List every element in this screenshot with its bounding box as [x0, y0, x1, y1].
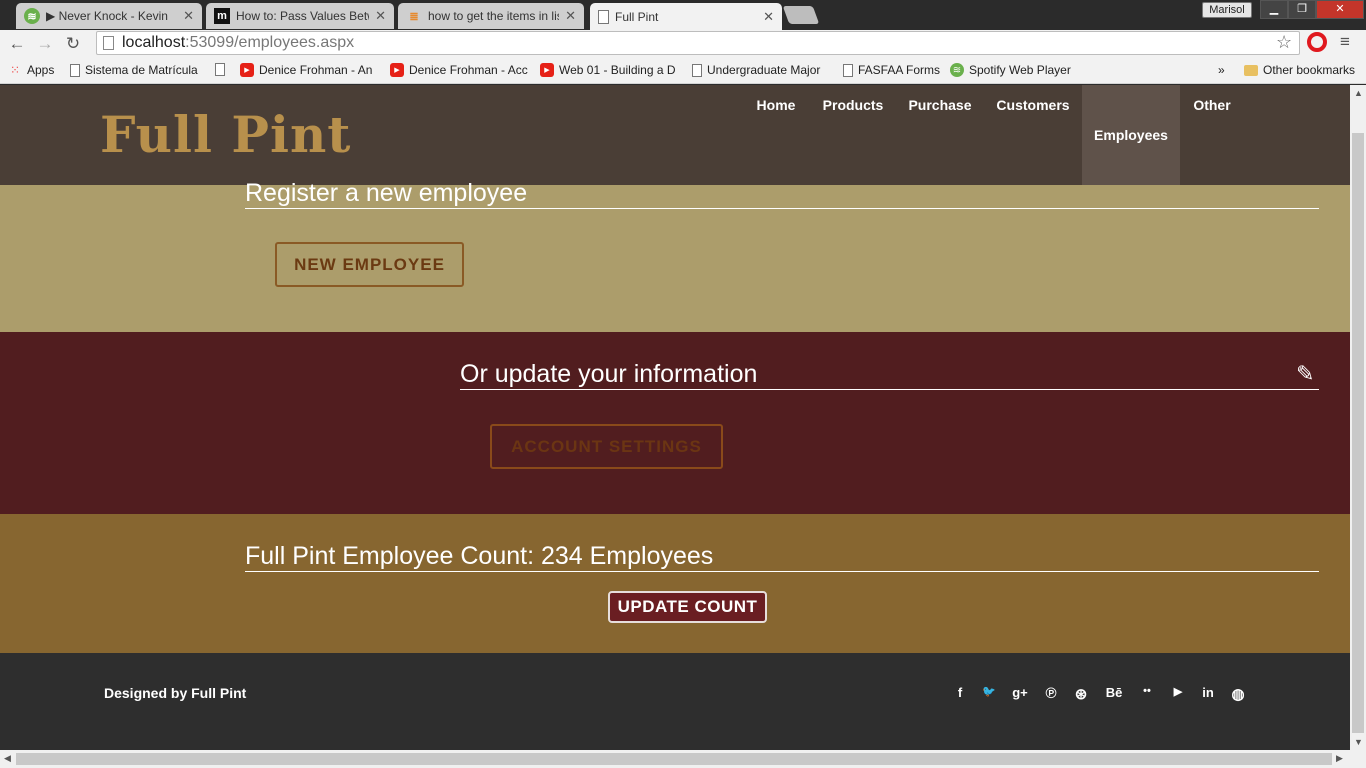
close-tab-icon[interactable]: ✕	[565, 8, 576, 24]
page-icon	[70, 63, 80, 77]
opera-icon[interactable]	[1307, 32, 1327, 52]
stackoverflow-icon: ≣	[409, 10, 419, 23]
employee-count-title: Full Pint Employee Count: 234 Employees	[245, 542, 1319, 572]
address-bar[interactable]: localhost:53099/employees.aspx	[96, 31, 1300, 55]
nav-purchase[interactable]: Purchase	[900, 85, 980, 185]
close-window-button[interactable]: ✕	[1316, 0, 1364, 19]
update-title: Or update your information	[460, 360, 1319, 390]
browser-tab[interactable]: ≋ ▶ Never Knock - Kevin ✕	[16, 3, 202, 29]
new-tab-button[interactable]	[782, 6, 820, 24]
update-section: Or update your information ✎ ACCOUNT SET…	[0, 332, 1350, 514]
bookmarks-overflow-button[interactable]: »	[1218, 63, 1232, 77]
bookmark-item[interactable]: ▶ Web 01 - Building a D	[540, 63, 678, 77]
bookmark-item[interactable]: ≋ Spotify Web Player	[950, 63, 1080, 77]
horizontal-scroll-thumb[interactable]	[16, 753, 1332, 765]
browser-tab[interactable]: ≣ how to get the items in lis ✕	[398, 3, 584, 29]
employee-count-section: Full Pint Employee Count: 234 Employees …	[0, 514, 1350, 653]
scroll-down-icon[interactable]: ▼	[1354, 737, 1363, 747]
bookmark-item[interactable]	[215, 63, 235, 76]
site-logo[interactable]: Full Pint	[100, 105, 351, 164]
google-plus-icon[interactable]: g+	[1010, 685, 1030, 700]
spotify-icon: ≋	[24, 8, 40, 24]
register-title: Register a new employee	[245, 179, 1319, 209]
bookmark-item[interactable]: Undergraduate Major	[692, 63, 830, 77]
other-bookmarks[interactable]: Other bookmarks	[1244, 63, 1364, 77]
horizontal-scrollbar[interactable]: ◀ ▶	[0, 750, 1366, 768]
menu-icon[interactable]: ≡	[1340, 32, 1350, 52]
minimize-button[interactable]: ▁	[1260, 0, 1288, 19]
pinterest-icon[interactable]: ℗	[1041, 685, 1061, 702]
close-tab-icon[interactable]: ✕	[763, 9, 774, 25]
youtube-icon: ▶	[240, 63, 254, 77]
register-section: Register a new employee NEW EMPLOYEE	[0, 179, 1350, 332]
youtube-icon[interactable]: ▶	[1168, 685, 1188, 698]
page-icon	[215, 63, 225, 76]
nav-products[interactable]: Products	[816, 85, 890, 185]
bookmarks-bar: ⁙ Apps Sistema de Matrícula ▶ Denice Frohm…	[0, 58, 1366, 84]
scroll-up-icon[interactable]: ▲	[1354, 88, 1363, 98]
nav-home[interactable]: Home	[746, 85, 806, 185]
update-count-button[interactable]: UPDATE COUNT	[608, 591, 767, 623]
apps-icon: ⁙	[9, 63, 21, 77]
nav-customers[interactable]: Customers	[990, 85, 1076, 185]
github-icon[interactable]: ◍	[1228, 685, 1248, 703]
footer-credit: Designed by Full Pint	[104, 685, 247, 701]
m-icon: m	[214, 8, 230, 24]
spotify-icon: ≋	[950, 63, 964, 77]
bookmark-item[interactable]: FASFAA Forms	[843, 63, 943, 77]
bookmark-item[interactable]: ▶ Denice Frohman - An	[240, 63, 378, 77]
browser-tab[interactable]: m How to: Pass Values Betw ✕	[206, 3, 394, 29]
youtube-icon: ▶	[540, 63, 554, 77]
page-icon	[598, 9, 609, 24]
bookmark-item[interactable]: Sistema de Matrícula	[70, 63, 208, 77]
page-icon	[103, 36, 114, 50]
bookmark-item[interactable]: ▶ Denice Frohman - Acc	[390, 63, 528, 77]
page-icon	[692, 63, 702, 77]
scroll-left-icon[interactable]: ◀	[4, 753, 11, 764]
profile-button[interactable]: Marisol	[1202, 2, 1252, 18]
page-viewport: Full Pint Home Products Purchase Custome…	[0, 85, 1350, 750]
dribbble-icon[interactable]: ⊛	[1071, 685, 1091, 703]
vertical-scroll-thumb[interactable]	[1352, 133, 1364, 733]
back-icon[interactable]: ←	[3, 34, 31, 54]
site-header: Full Pint Home Products Purchase Custome…	[0, 85, 1350, 185]
close-tab-icon[interactable]: ✕	[375, 8, 386, 24]
new-employee-button[interactable]: NEW EMPLOYEE	[275, 242, 464, 287]
close-tab-icon[interactable]: ✕	[183, 8, 194, 24]
behance-icon[interactable]: Bē	[1104, 685, 1124, 700]
page-icon	[843, 63, 853, 77]
scroll-right-icon[interactable]: ▶	[1336, 753, 1343, 764]
bookmark-apps[interactable]: ⁙ Apps	[8, 63, 64, 77]
site-footer: Designed by Full Pint f 🐦 g+ ℗ ⊛ Bē •• ▶…	[0, 653, 1350, 750]
linkedin-icon[interactable]: in	[1198, 685, 1218, 700]
facebook-icon[interactable]: f	[950, 685, 970, 700]
twitter-icon[interactable]: 🐦	[979, 685, 999, 698]
nav-employees[interactable]: Employees	[1082, 85, 1180, 185]
flickr-icon[interactable]: ••	[1137, 685, 1157, 697]
youtube-icon: ▶	[390, 63, 404, 77]
account-settings-button[interactable]: ACCOUNT SETTINGS	[490, 424, 723, 469]
bookmark-star-icon[interactable]: ☆	[1276, 32, 1292, 53]
folder-icon	[1244, 64, 1258, 76]
nav-other[interactable]: Other	[1186, 85, 1238, 185]
reload-icon[interactable]: ↻	[59, 34, 87, 54]
forward-icon[interactable]: →	[31, 34, 59, 54]
browser-tab-strip: ≋ ▶ Never Knock - Kevin ✕ m How to: Pass…	[0, 0, 1366, 30]
vertical-scrollbar[interactable]: ▲ ▼	[1350, 85, 1366, 750]
pencil-icon[interactable]: ✎	[1296, 361, 1314, 387]
browser-tab-active[interactable]: Full Pint ✕	[590, 3, 782, 30]
restore-button[interactable]: ❐	[1288, 0, 1316, 19]
